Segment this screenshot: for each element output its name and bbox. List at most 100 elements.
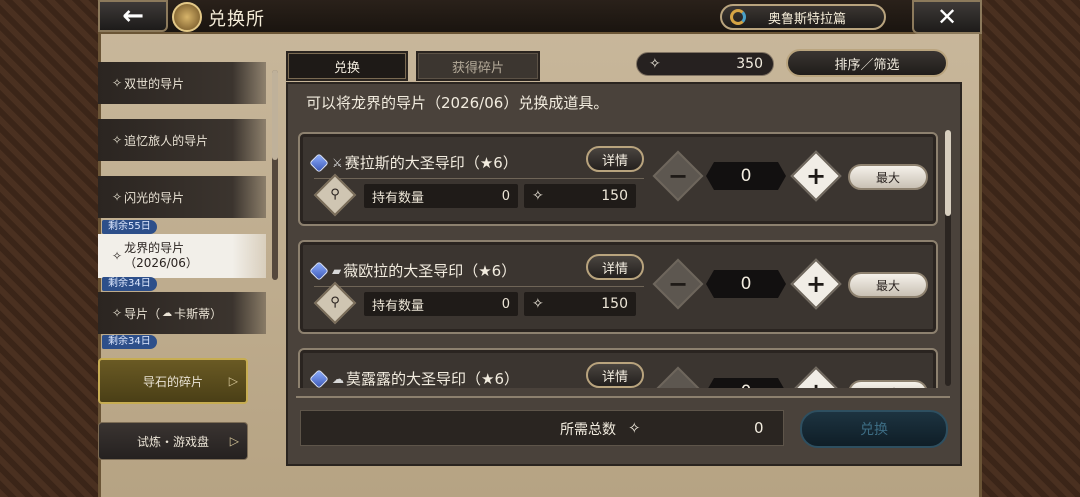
- fan-icon: ☁: [162, 307, 173, 319]
- max-button[interactable]: 最大: [848, 164, 928, 190]
- close-button[interactable]: ✕: [912, 0, 982, 34]
- fragment-icon: ✧: [532, 296, 544, 312]
- sidebar-item-sublabel: （2026/06）: [124, 256, 198, 270]
- owned-label: 持有数量: [372, 298, 425, 314]
- fragment-icon: ✧: [628, 419, 641, 437]
- search-icon: ⚲: [330, 187, 340, 202]
- fragment-icon: ✧: [649, 56, 661, 72]
- arrow-right-icon: ▷: [228, 374, 238, 388]
- max-button[interactable]: 最大: [848, 272, 928, 298]
- increase-button[interactable]: +: [790, 150, 842, 202]
- exchange-description: 可以将龙界的导片（2026/06）兑换成道具。: [306, 94, 609, 112]
- detail-button[interactable]: 详情: [586, 254, 644, 280]
- chapter-ring-icon: [730, 9, 746, 25]
- total-value: 0: [754, 419, 764, 437]
- divider: [314, 178, 644, 179]
- sidebar-item-label: 导片（: [124, 306, 161, 321]
- gem-icon: [309, 152, 329, 173]
- tab-get-fragments[interactable]: 获得碎片: [416, 51, 540, 81]
- plus-icon: +: [805, 161, 827, 190]
- plus-icon: +: [806, 378, 826, 388]
- diamond-icon: ✧: [112, 133, 123, 147]
- minus-icon: −: [667, 161, 689, 190]
- divider: [296, 396, 950, 398]
- sidebar-item-longjie[interactable]: ✧ 龙界的导片 （2026/06）: [98, 234, 266, 278]
- sidebar-item-shilian[interactable]: 试炼・游戏盘 ▷: [98, 422, 248, 460]
- item-name: 莫露露的大圣导印（★6）: [346, 370, 519, 388]
- diamond-icon: ✧: [112, 248, 123, 263]
- search-icon: ⚲: [330, 295, 340, 310]
- divider: [314, 286, 644, 287]
- gem-icon: [309, 260, 329, 281]
- decrease-button[interactable]: −: [652, 150, 704, 202]
- sidebar-item-label: 双世的导片: [124, 76, 185, 91]
- sword-icon: ⚔: [332, 155, 343, 170]
- tab-exchange[interactable]: 兑换: [286, 51, 408, 81]
- increase-button[interactable]: +: [790, 258, 842, 310]
- owned-count: 持有数量 0: [364, 292, 518, 316]
- fan-icon: ☁: [332, 371, 344, 386]
- quantity-field[interactable]: 0: [706, 162, 786, 190]
- fragment-amount: 350: [736, 56, 763, 72]
- item-cost: ✧ 150: [524, 184, 636, 208]
- owned-label: 持有数量: [372, 190, 425, 206]
- close-icon: ✕: [936, 3, 958, 31]
- sidebar-item-label: 导石的碎片: [142, 374, 203, 389]
- background-right: [982, 0, 1080, 497]
- diamond-icon: ✧: [112, 76, 123, 90]
- sidebar-scrollbar[interactable]: [272, 70, 278, 280]
- item-list: ⚔ 赛拉斯的大圣导印（★6） 详情 ⚲ 持有数量 0 ✧ 150 − 0 + 最…: [296, 122, 942, 388]
- page-title: 兑换所: [208, 9, 265, 30]
- max-button[interactable]: 最大: [848, 380, 928, 388]
- item-name: 薇欧拉的大圣导印（★6）: [343, 262, 517, 280]
- background-left: [0, 0, 100, 497]
- sidebar-item-label: 追忆旅人的导片: [124, 133, 209, 148]
- decrease-button[interactable]: −: [652, 258, 704, 310]
- owned-value: 0: [501, 296, 510, 312]
- remaining-days-badge: 剩余55日: [102, 220, 157, 234]
- sort-filter-button[interactable]: 排序／筛选: [786, 49, 948, 77]
- list-item: ☁ 莫露露的大圣导印（★6） 详情 − 0 + 最大: [298, 348, 938, 388]
- remaining-days-badge: 剩余34日: [102, 335, 157, 349]
- detail-button[interactable]: 详情: [586, 146, 644, 172]
- sidebar-item-kasidi[interactable]: ✧ 导片（ ☁ 卡斯蒂）: [98, 292, 266, 334]
- diamond-icon: ✧: [112, 306, 123, 320]
- sidebar-item-label-suffix: 卡斯蒂）: [174, 306, 223, 321]
- sidebar-item-daoshi-fragment[interactable]: 导石的碎片 ▷: [98, 358, 248, 404]
- list-scrollbar[interactable]: [945, 130, 951, 386]
- sidebar-item-zhuiyi[interactable]: ✧ 追忆旅人的导片: [98, 119, 266, 161]
- item-name-row: ⚔ 赛拉斯的大圣导印（★6）: [309, 152, 518, 173]
- increase-button[interactable]: +: [790, 366, 842, 388]
- sidebar-item-label: 闪光的导片: [124, 190, 185, 205]
- list-item: ⚔ 赛拉斯的大圣导印（★6） 详情 ⚲ 持有数量 0 ✧ 150 − 0 + 最…: [298, 132, 938, 226]
- chapter-label: 奥鲁斯特拉篇: [768, 11, 847, 27]
- list-item: ▰ 薇欧拉的大圣导印（★6） 详情 ⚲ 持有数量 0 ✧ 150 − 0 + 最…: [298, 240, 938, 334]
- item-name-row: ▰ 薇欧拉的大圣导印（★6）: [309, 260, 517, 281]
- minus-icon: −: [668, 378, 688, 388]
- sidebar-item-label: 试炼・游戏盘: [136, 434, 209, 449]
- inspect-button[interactable]: ⚲: [313, 281, 357, 325]
- owned-count: 持有数量 0: [364, 184, 518, 208]
- decrease-button[interactable]: −: [652, 366, 704, 388]
- diamond-icon: ✧: [112, 190, 123, 204]
- back-arrow-icon: ←: [122, 1, 144, 31]
- chapter-selector[interactable]: 奥鲁斯特拉篇: [720, 4, 886, 30]
- remaining-days-badge: 剩余34日: [102, 277, 157, 291]
- item-name-row: ☁ 莫露露的大圣导印（★6）: [309, 368, 519, 388]
- detail-button[interactable]: 详情: [586, 362, 644, 388]
- back-button[interactable]: ←: [98, 0, 168, 32]
- exchange-button[interactable]: 兑换: [800, 410, 948, 448]
- total-label: 所需总数: [560, 422, 616, 438]
- gem-icon: [309, 368, 329, 388]
- book-icon: ▰: [332, 263, 342, 278]
- plus-icon: +: [805, 269, 827, 298]
- shop-emblem-icon: [172, 2, 202, 32]
- quantity-field[interactable]: 0: [706, 270, 786, 298]
- sidebar-item-shanguang[interactable]: ✧ 闪光的导片: [98, 176, 266, 218]
- quantity-field[interactable]: 0: [706, 378, 786, 388]
- owned-value: 0: [501, 188, 510, 204]
- cost-value: 150: [601, 188, 628, 204]
- inspect-button[interactable]: ⚲: [313, 173, 357, 217]
- sidebar-item-label: 龙界的导片: [124, 241, 185, 255]
- sidebar-item-shuangshi[interactable]: ✧ 双世的导片: [98, 62, 266, 104]
